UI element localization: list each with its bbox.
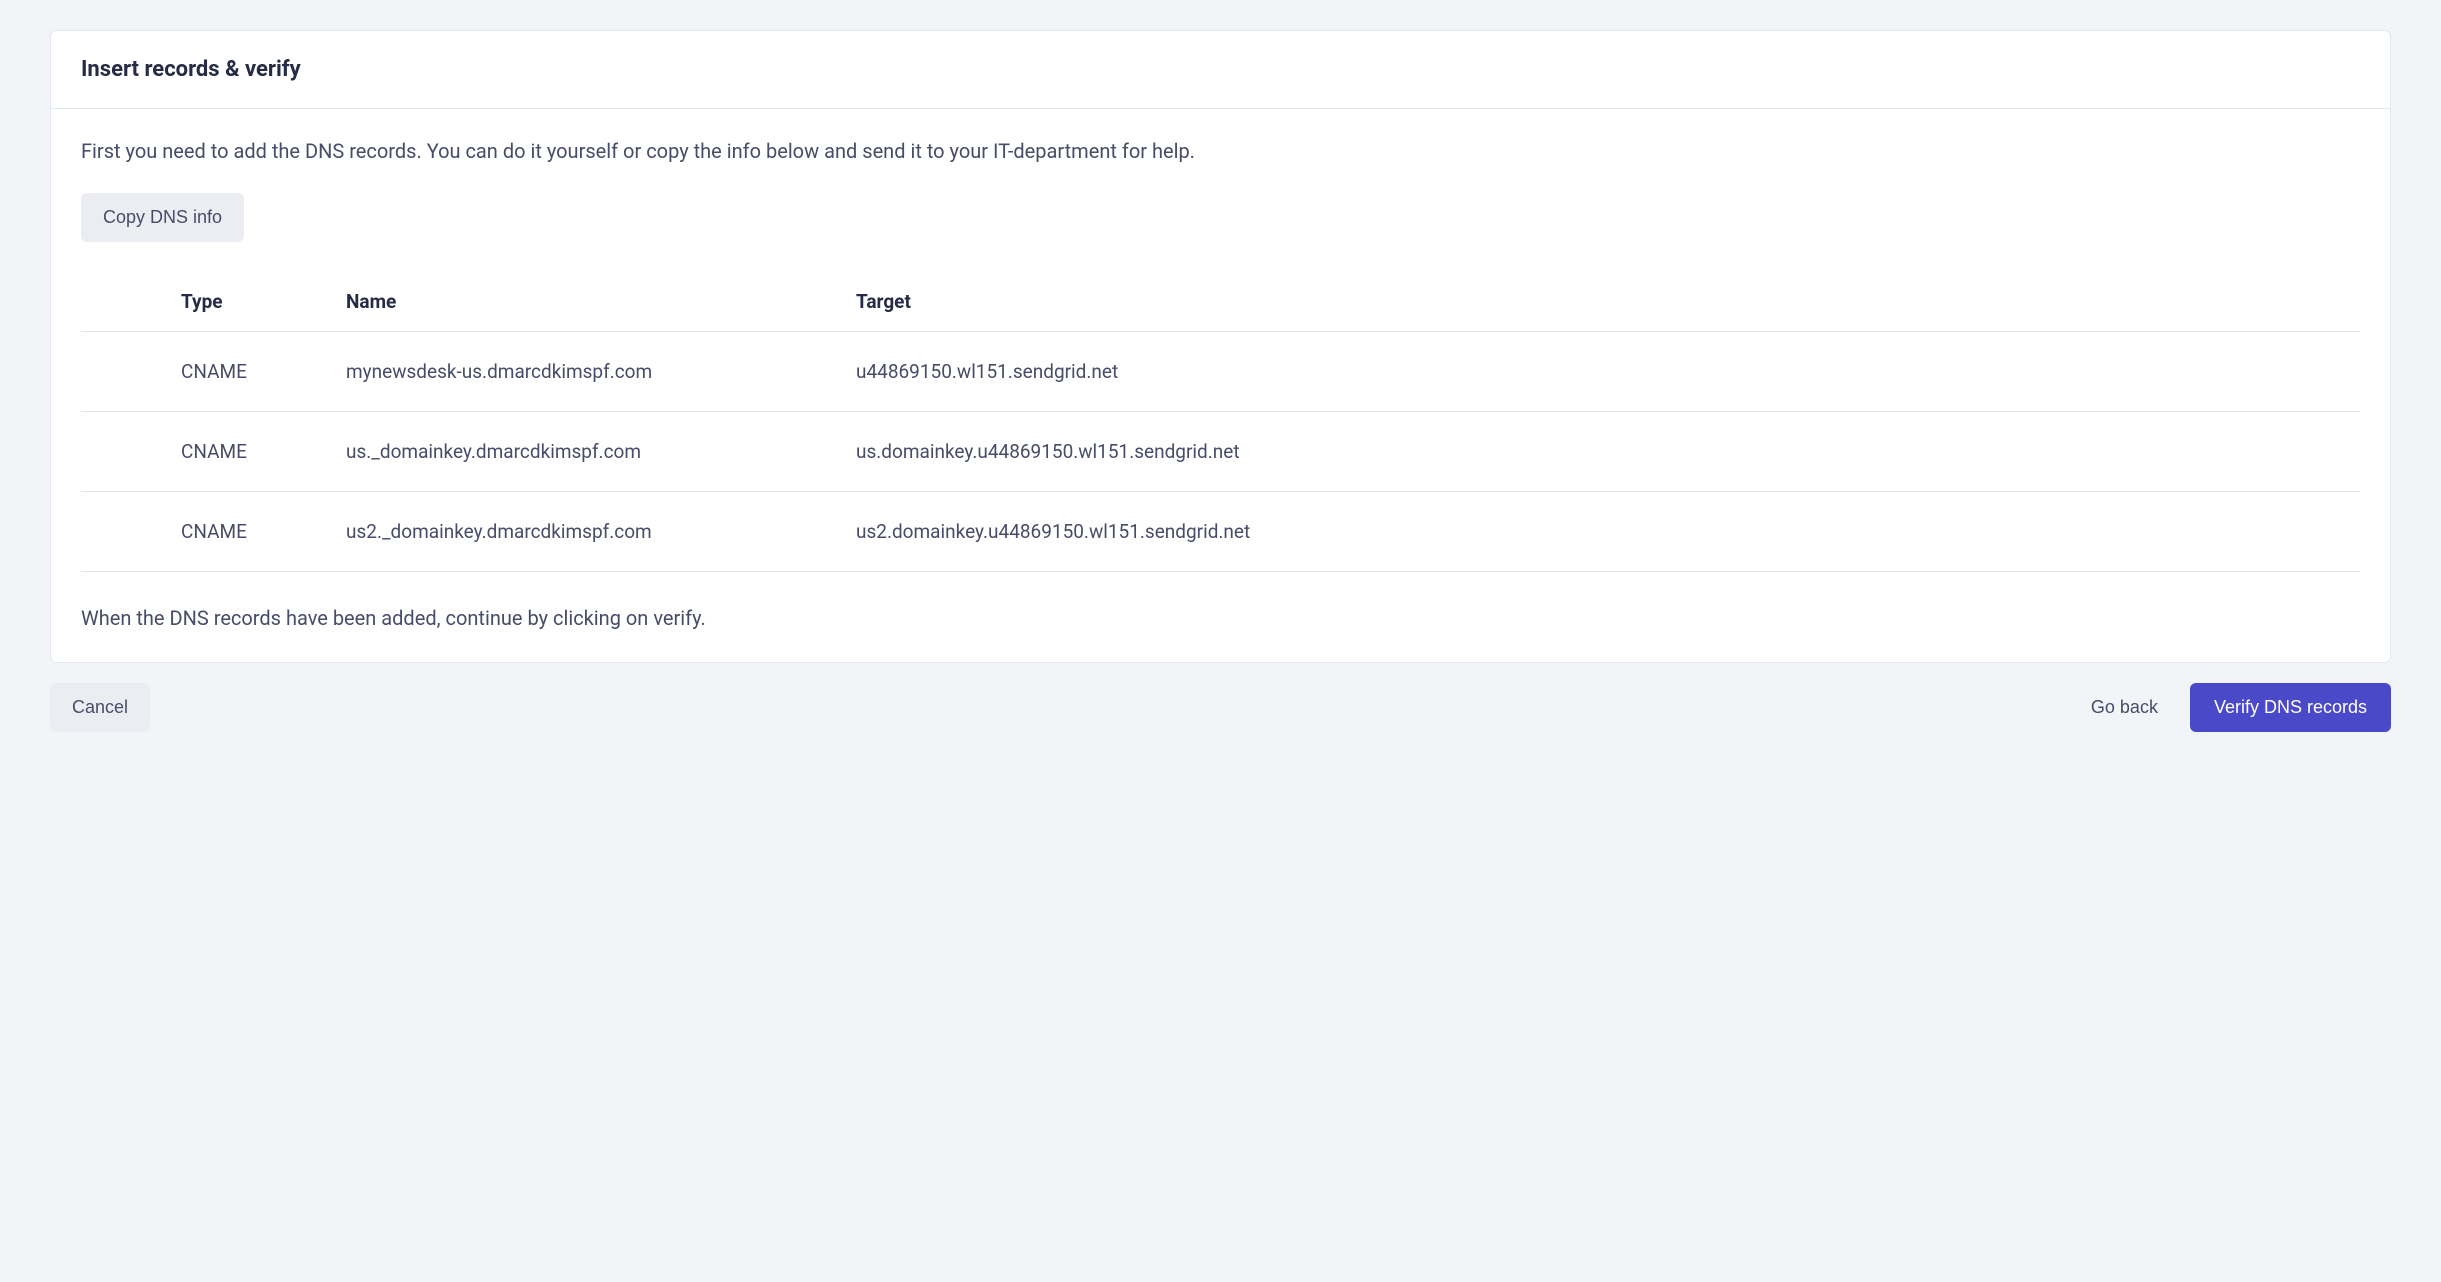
table-header-row: Type Name Target (81, 272, 2360, 332)
cell-type: CNAME (81, 332, 346, 412)
cell-name: us._domainkey.dmarcdkimspf.com (346, 412, 856, 492)
cell-target: us2.domainkey.u44869150.wl151.sendgrid.n… (856, 492, 2360, 572)
go-back-button[interactable]: Go back (2069, 683, 2180, 732)
col-target: Target (856, 272, 2360, 332)
cell-name: mynewsdesk-us.dmarcdkimspf.com (346, 332, 856, 412)
card-body: First you need to add the DNS records. Y… (51, 109, 2390, 662)
col-type: Type (81, 272, 346, 332)
cell-type: CNAME (81, 412, 346, 492)
cell-target: us.domainkey.u44869150.wl151.sendgrid.ne… (856, 412, 2360, 492)
outro-text: When the DNS records have been added, co… (81, 604, 2360, 632)
footer-actions: Cancel Go back Verify DNS records (50, 683, 2391, 732)
table-row: CNAME mynewsdesk-us.dmarcdkimspf.com u44… (81, 332, 2360, 412)
copy-dns-button[interactable]: Copy DNS info (81, 193, 244, 242)
table-row: CNAME us._domainkey.dmarcdkimspf.com us.… (81, 412, 2360, 492)
cell-name: us2._domainkey.dmarcdkimspf.com (346, 492, 856, 572)
verify-button[interactable]: Verify DNS records (2190, 683, 2391, 732)
cell-target: u44869150.wl151.sendgrid.net (856, 332, 2360, 412)
col-name: Name (346, 272, 856, 332)
intro-text: First you need to add the DNS records. Y… (81, 137, 2360, 165)
cancel-button[interactable]: Cancel (50, 683, 150, 732)
table-row: CNAME us2._domainkey.dmarcdkimspf.com us… (81, 492, 2360, 572)
page-title: Insert records & verify (81, 57, 2360, 82)
records-card: Insert records & verify First you need t… (50, 30, 2391, 663)
cell-type: CNAME (81, 492, 346, 572)
card-header: Insert records & verify (51, 31, 2390, 109)
dns-records-table: Type Name Target CNAME mynewsdesk-us.dma… (81, 272, 2360, 572)
